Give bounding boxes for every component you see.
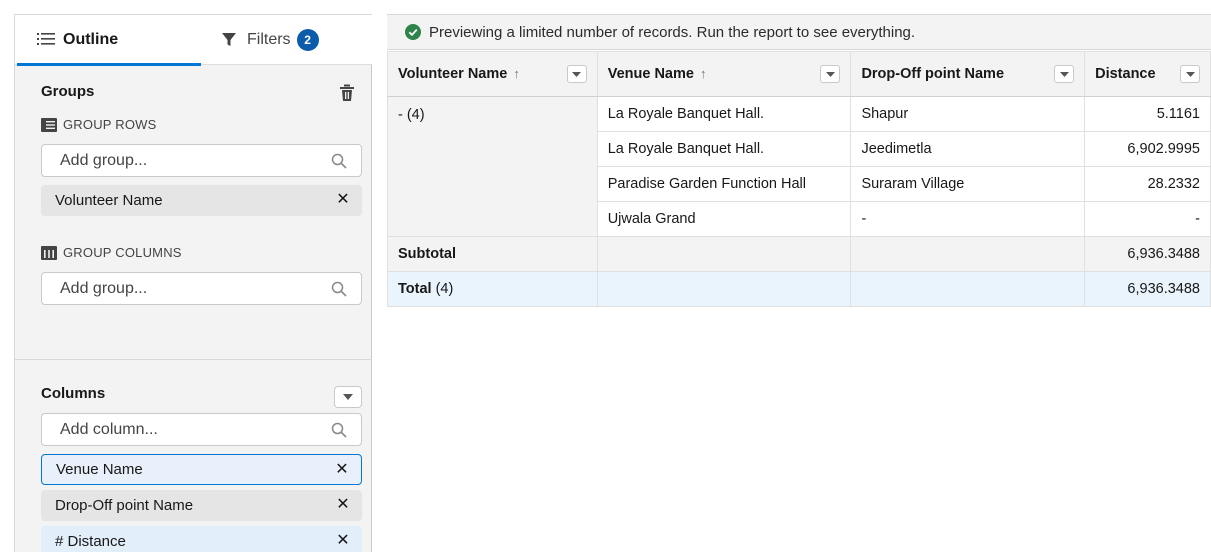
add-column-input[interactable]: Add column... bbox=[41, 413, 362, 446]
active-tab-indicator bbox=[17, 63, 201, 66]
table-row: - (4) La Royale Banquet Hall. Shapur 5.1… bbox=[387, 96, 1211, 237]
tab-filters[interactable]: Filters 2 bbox=[201, 15, 372, 65]
add-column-placeholder: Add column... bbox=[60, 420, 158, 438]
total-count: (4) bbox=[435, 281, 454, 297]
column-header-volunteer-name[interactable]: Volunteer Name ↑ bbox=[387, 51, 598, 97]
tab-outline[interactable]: Outline bbox=[15, 15, 201, 66]
add-group-rows-input[interactable]: Add group... bbox=[41, 144, 362, 177]
tab-filters-label: Filters bbox=[247, 31, 291, 48]
column-pill-label: Venue Name bbox=[56, 461, 143, 478]
close-icon[interactable]: ✕ bbox=[333, 461, 351, 479]
column-header-distance[interactable]: Distance bbox=[1084, 51, 1211, 97]
column-menu-button[interactable] bbox=[566, 65, 587, 83]
venue-cell: La Royale Banquet Hall. bbox=[596, 96, 852, 132]
total-row: Total (4) 6,936.3488 bbox=[387, 271, 1211, 307]
filter-icon bbox=[221, 32, 241, 48]
venue-cell: La Royale Banquet Hall. bbox=[596, 131, 852, 167]
empty-cell bbox=[596, 271, 852, 307]
section-divider bbox=[15, 359, 372, 360]
chevron-down-icon bbox=[572, 71, 582, 77]
close-icon[interactable]: ✕ bbox=[334, 532, 352, 550]
distance-cell: 28.2332 bbox=[1084, 166, 1211, 202]
group-columns-icon bbox=[41, 245, 57, 260]
search-icon bbox=[331, 422, 347, 438]
success-check-icon bbox=[405, 24, 421, 40]
search-icon bbox=[331, 153, 347, 169]
group-columns-label: GROUP COLUMNS bbox=[41, 245, 182, 260]
total-value: 6,936.3488 bbox=[1084, 271, 1211, 307]
tab-outline-label: Outline bbox=[63, 31, 119, 48]
add-group-columns-input[interactable]: Add group... bbox=[41, 272, 362, 305]
column-pill-distance[interactable]: # Distance ✕ bbox=[41, 526, 362, 552]
column-header-venue-name[interactable]: Venue Name ↑ bbox=[596, 51, 852, 97]
distance-cell: 6,902.9995 bbox=[1084, 131, 1211, 167]
column-menu-button[interactable] bbox=[820, 65, 841, 83]
subtotal-value: 6,936.3488 bbox=[1084, 236, 1211, 272]
groups-title: Groups bbox=[41, 83, 95, 100]
dropoff-cell: Suraram Village bbox=[850, 166, 1086, 202]
empty-cell bbox=[596, 236, 852, 272]
list-icon bbox=[37, 32, 57, 48]
close-icon[interactable]: ✕ bbox=[334, 191, 352, 209]
group-rows-label: GROUP ROWS bbox=[41, 117, 157, 132]
sort-ascending-icon: ↑ bbox=[699, 66, 707, 81]
column-pill-label: Drop-Off point Name bbox=[55, 497, 194, 514]
add-group-columns-placeholder: Add group... bbox=[60, 279, 148, 297]
group-row-pill-label: Volunteer Name bbox=[55, 192, 163, 209]
chevron-down-icon bbox=[1059, 71, 1069, 77]
chevron-down-icon bbox=[1185, 71, 1195, 77]
trash-icon[interactable] bbox=[339, 84, 355, 102]
column-pill-dropoff-point-name[interactable]: Drop-Off point Name ✕ bbox=[41, 490, 362, 521]
dropoff-cell: Jeedimetla bbox=[850, 131, 1086, 167]
panel-tabs: Outline Filters 2 bbox=[15, 15, 372, 66]
search-icon bbox=[331, 281, 347, 297]
venue-cell: Paradise Garden Function Hall bbox=[596, 166, 852, 202]
report-table: Volunteer Name ↑ Venue Name ↑ Drop-Off poi… bbox=[387, 51, 1211, 307]
total-cell: Total (4) bbox=[387, 271, 598, 307]
venue-cell: Ujwala Grand bbox=[596, 201, 852, 237]
columns-title: Columns bbox=[41, 385, 106, 402]
dropoff-cell: - bbox=[850, 201, 1086, 237]
preview-banner-text: Previewing a limited number of records. … bbox=[429, 23, 916, 41]
subtotal-label: Subtotal bbox=[387, 236, 598, 272]
distance-cell: - bbox=[1084, 201, 1211, 237]
column-menu-button[interactable] bbox=[1180, 65, 1200, 83]
chevron-down-icon bbox=[343, 394, 353, 400]
column-pill-label: # Distance bbox=[55, 533, 126, 550]
preview-banner: Previewing a limited number of records. … bbox=[387, 14, 1211, 50]
column-menu-button[interactable] bbox=[1054, 65, 1075, 83]
report-preview: Previewing a limited number of records. … bbox=[387, 14, 1211, 552]
total-label: Total bbox=[398, 281, 432, 297]
add-group-rows-placeholder: Add group... bbox=[60, 151, 148, 169]
sort-ascending-icon: ↑ bbox=[513, 66, 520, 81]
distance-cell: 5.1161 bbox=[1084, 96, 1211, 132]
column-pill-venue-name[interactable]: Venue Name ✕ bbox=[41, 454, 362, 485]
outline-panel: Outline Filters 2 Groups GROUP ROWS Add … bbox=[14, 14, 372, 552]
dropoff-cell: Shapur bbox=[850, 96, 1086, 132]
columns-menu-button[interactable] bbox=[334, 386, 362, 408]
close-icon[interactable]: ✕ bbox=[334, 496, 352, 514]
filters-count-badge: 2 bbox=[296, 29, 319, 51]
group-cell: - (4) bbox=[387, 96, 598, 237]
subtotal-row: Subtotal 6,936.3488 bbox=[387, 236, 1211, 272]
table-header-row: Volunteer Name ↑ Venue Name ↑ Drop-Off poi… bbox=[387, 51, 1211, 97]
group-rows-icon bbox=[41, 117, 57, 132]
chevron-down-icon bbox=[825, 71, 835, 77]
group-row-pill-volunteer-name[interactable]: Volunteer Name ✕ bbox=[41, 185, 362, 216]
report-builder: Outline Filters 2 Groups GROUP ROWS Add … bbox=[0, 0, 1211, 552]
column-header-dropoff-point-name[interactable]: Drop-Off point Name bbox=[850, 51, 1086, 97]
empty-cell bbox=[850, 236, 1086, 272]
empty-cell bbox=[850, 271, 1086, 307]
